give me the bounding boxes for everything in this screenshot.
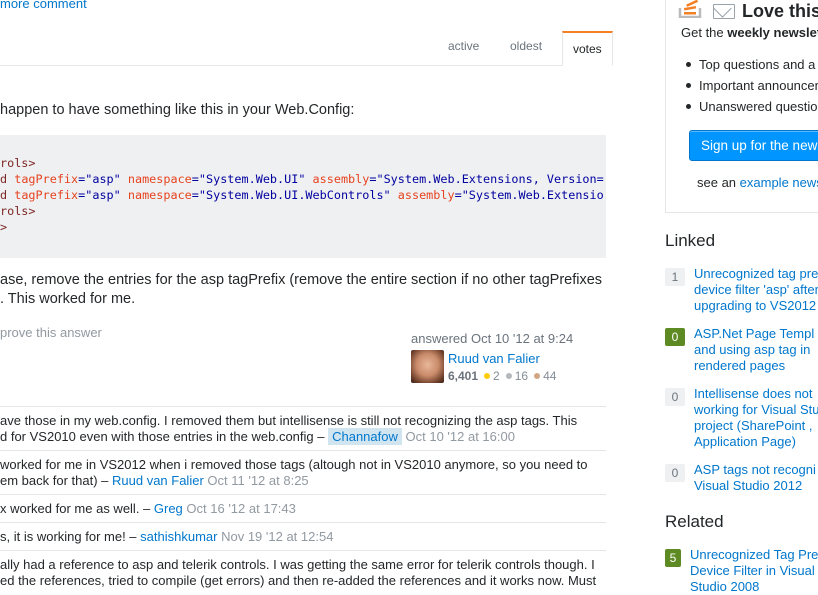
list-item: Top questions and a — [681, 54, 818, 75]
mail-icon — [713, 4, 735, 19]
answer-intro: happen to have something like this in yo… — [0, 102, 355, 118]
answer-body-line: . This worked for me. — [0, 291, 136, 307]
example-newsletter: see an example news — [697, 175, 818, 190]
related-question-link[interactable]: Unrecognized Tag Pre Device Filter in Vis… — [690, 547, 818, 595]
newsletter-subtitle: Get the weekly newslet — [681, 25, 818, 40]
code-line: d tagPrefix="asp" namespace="System.Web.… — [0, 188, 604, 202]
question-score: 0 — [665, 388, 685, 406]
reputation-score: 6,401 — [448, 369, 479, 383]
comment: worked for me in VS2012 when i removed t… — [0, 451, 606, 495]
stack-overflow-logo-icon — [678, 0, 702, 18]
list-item: Important announcem — [681, 75, 818, 96]
answer-sort-tabs: active oldest votes — [0, 31, 613, 66]
code-line: rols> — [0, 204, 36, 218]
comment-timestamp[interactable]: Oct 10 '12 at 16:00 — [406, 429, 515, 444]
comment-author-link[interactable]: Greg — [154, 501, 183, 516]
example-newsletter-link[interactable]: example news — [740, 175, 818, 190]
answered-timestamp: answered Oct 10 '12 at 9:24 — [411, 331, 574, 346]
comment-timestamp[interactable]: Oct 16 '12 at 17:43 — [186, 501, 295, 516]
code-block: rols> d tagPrefix="asp" namespace="Syste… — [0, 135, 606, 258]
tab-votes[interactable]: votes — [562, 31, 613, 66]
related-heading: Related — [665, 512, 724, 531]
comment-list: ave those in my web.config. I removed th… — [0, 406, 606, 594]
avatar[interactable] — [411, 350, 444, 383]
comment: ally had a reference to asp and telerik … — [0, 557, 597, 588]
linked-heading: Linked — [665, 231, 716, 250]
comment-author-link[interactable]: Ruud van Falier — [112, 473, 204, 488]
linked-question-link[interactable]: Intellisense does not working for Visual … — [694, 386, 818, 450]
gold-badge-icon — [484, 373, 491, 380]
code-line: > — [0, 220, 8, 234]
question-score: 0 — [665, 328, 685, 346]
user-reputation: 6,401 2 16 44 — [448, 369, 556, 383]
improve-answer-link[interactable]: prove this answer — [0, 325, 102, 340]
comment-timestamp[interactable]: Nov 19 '12 at 12:54 — [221, 529, 333, 544]
comment: ave those in my web.config. I removed th… — [0, 407, 606, 451]
code-line: d tagPrefix="asp" namespace="System.Web.… — [0, 172, 604, 186]
newsletter-features: Top questions and a Important announcem … — [681, 54, 818, 117]
gold-badge-count: 2 — [493, 369, 500, 383]
answer-author-link[interactable]: Ruud van Falier — [448, 351, 540, 366]
silver-badge-icon — [505, 373, 512, 380]
question-score: 5 — [665, 549, 681, 567]
comment-timestamp[interactable]: Oct 11 '12 at 8:25 — [207, 473, 308, 488]
comment: s, it is working for me! – sathishkumar … — [0, 523, 606, 551]
linked-question-link[interactable]: Unrecognized tag pre device filter 'asp' … — [694, 266, 818, 314]
bronze-badge-icon — [534, 373, 541, 380]
linked-question-link[interactable]: ASP tags not recogni Visual Studio 2012 — [694, 462, 818, 494]
linked-question-link[interactable]: ASP.Net Page Templ and using asp tag in re… — [694, 326, 818, 374]
newsletter-title: Love this — [742, 1, 818, 21]
question-score: 0 — [665, 464, 685, 482]
bronze-badge-count: 44 — [543, 369, 557, 383]
silver-badge-count: 16 — [514, 369, 529, 383]
show-more-comments-link[interactable]: more comment — [0, 0, 87, 11]
answer-body-line: ase, remove the entries for the asp tagP… — [0, 272, 603, 288]
comment: x worked for me as well. – Greg Oct 16 '… — [0, 495, 606, 523]
code-line: rols> — [0, 156, 36, 170]
comment-author-link[interactable]: sathishkumar — [140, 529, 217, 544]
question-score: 1 — [665, 268, 685, 286]
comment-author-link[interactable]: Channafow — [328, 428, 402, 445]
newsletter-promo: Love this Get the weekly newslet Top que… — [665, 0, 818, 213]
list-item: Unanswered question — [681, 96, 818, 117]
tab-oldest[interactable]: oldest — [510, 39, 542, 53]
tab-active[interactable]: active — [448, 39, 479, 53]
newsletter-signup-button[interactable]: Sign up for the news — [689, 130, 818, 161]
